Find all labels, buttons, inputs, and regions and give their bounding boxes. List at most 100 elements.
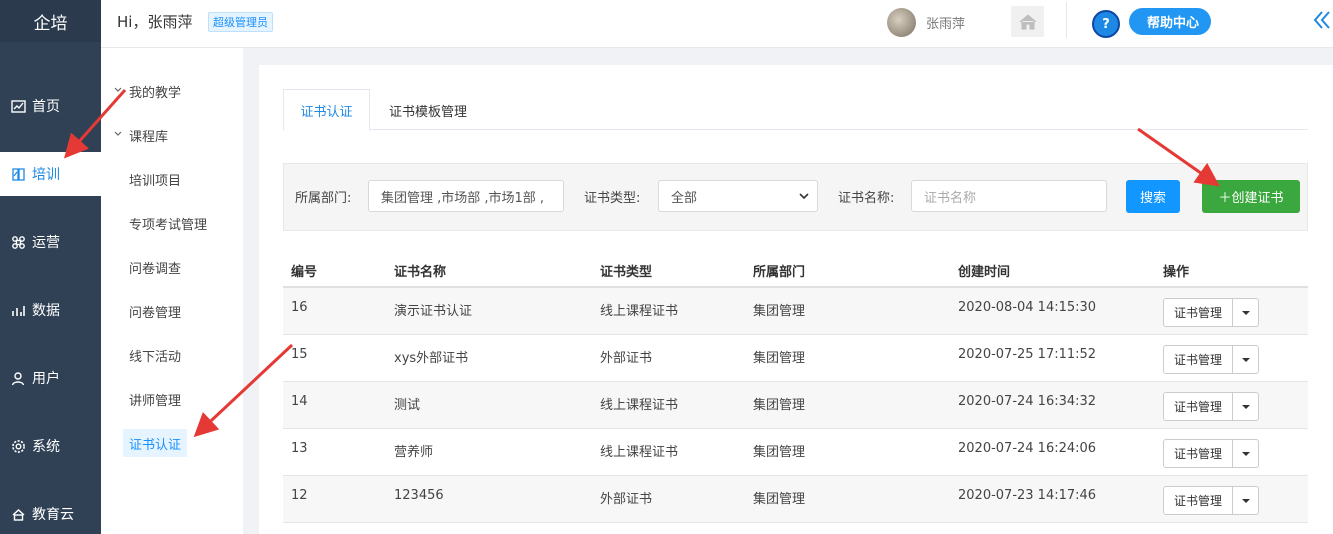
table-row: 15 xys外部证书 外部证书 集团管理 2020-07-25 17:11:52…	[283, 335, 1308, 382]
bars-icon	[10, 302, 26, 318]
nav-item-label: 首页	[32, 99, 60, 115]
col-header-actions: 操作	[1163, 265, 1190, 280]
certificate-manage-button[interactable]: 证书管理	[1164, 299, 1233, 326]
caret-down-icon	[1241, 357, 1250, 362]
header-divider	[1066, 2, 1067, 38]
col-header-type: 证书类型	[600, 265, 653, 280]
content-card: 证书认证 证书模板管理 所属部门: 集团管理 ,市场部 ,市场1部 , 证书类型…	[259, 65, 1333, 534]
col-header-dept: 所属部门	[753, 265, 806, 280]
subnav-item-offline-activity[interactable]: 线下活动	[101, 340, 243, 370]
cloud-icon	[10, 506, 26, 522]
search-button[interactable]: 搜索	[1126, 180, 1180, 213]
chart-icon	[10, 98, 26, 114]
cell-created: 2020-08-04 14:15:30	[958, 300, 1097, 315]
cell-created: 2020-07-23 14:17:46	[958, 488, 1097, 503]
chevron-down-icon	[799, 193, 809, 200]
cell-type: 线上课程证书	[600, 398, 679, 413]
user-name[interactable]: 张雨萍	[926, 13, 965, 32]
cell-id: 16	[291, 300, 308, 315]
cell-created: 2020-07-24 16:24:06	[958, 441, 1097, 456]
nav-item-label: 系统	[32, 439, 60, 455]
cell-id: 13	[291, 441, 308, 456]
certificate-manage-button[interactable]: 证书管理	[1164, 440, 1233, 467]
subnav-item-exam-management[interactable]: 专项考试管理	[101, 208, 243, 238]
action-dropdown-toggle[interactable]	[1233, 487, 1258, 514]
nav-item-operations[interactable]: 运营	[0, 220, 101, 264]
collapse-icon[interactable]	[1311, 9, 1333, 31]
cell-id: 15	[291, 347, 308, 362]
action-dropdown-toggle[interactable]	[1233, 299, 1258, 326]
nav-item-users[interactable]: 用户	[0, 356, 101, 400]
tab-certificate-template[interactable]: 证书模板管理	[373, 89, 483, 131]
certificate-manage-button[interactable]: 证书管理	[1164, 487, 1233, 514]
cell-created: 2020-07-25 17:11:52	[958, 347, 1097, 362]
gear-icon	[10, 438, 26, 454]
subnav-item-certificate[interactable]: 证书认证	[123, 429, 188, 457]
create-certificate-button[interactable]: ＋创建证书	[1202, 180, 1300, 213]
cell-name: 营养师	[394, 445, 434, 460]
home-button[interactable]	[1011, 6, 1044, 37]
subnav-item-survey[interactable]: 问卷调查	[101, 252, 243, 282]
subnav-item-questionnaire[interactable]: 问卷管理	[101, 296, 243, 326]
caret-down-icon	[1241, 310, 1250, 315]
col-header-created: 创建时间	[958, 265, 1011, 280]
nav-item-label: 培训	[32, 167, 60, 183]
sub-sidebar: 我的教学 课程库 培训项目 专项考试管理 问卷调查 问卷管理 线下活动 讲师管理…	[101, 48, 243, 534]
command-icon	[10, 234, 26, 250]
nav-item-system[interactable]: 系统	[0, 424, 101, 468]
action-dropdown-toggle[interactable]	[1233, 346, 1258, 373]
subnav-group-label: 我的教学	[129, 85, 182, 101]
nav-item-label: 运营	[32, 235, 60, 251]
greeting-text: Hi，张雨萍	[117, 13, 193, 31]
nav-item-training[interactable]: 培训	[0, 152, 101, 196]
book-icon	[10, 166, 26, 182]
cell-type: 外部证书	[600, 492, 653, 507]
table-header: 编号 证书名称 证书类型 所属部门 创建时间 操作	[283, 251, 1308, 288]
table-row: 13 营养师 线上课程证书 集团管理 2020-07-24 16:24:06 证…	[283, 429, 1308, 476]
name-label: 证书名称:	[838, 191, 895, 206]
col-header-name: 证书名称	[394, 265, 447, 280]
nav-item-data[interactable]: 数据	[0, 288, 101, 332]
cell-dept: 集团管理	[753, 351, 806, 366]
cell-dept: 集团管理	[753, 398, 806, 413]
cell-id: 14	[291, 394, 308, 409]
table-row: 14 测试 线上课程证书 集团管理 2020-07-24 16:34:32 证书…	[283, 382, 1308, 429]
cell-name: 测试	[394, 398, 421, 413]
type-select-value: 全部	[671, 190, 698, 206]
tab-certificate-auth[interactable]: 证书认证	[283, 89, 370, 131]
type-select[interactable]: 全部	[658, 180, 818, 212]
subnav-group-my-teaching[interactable]: 我的教学	[101, 76, 243, 106]
caret-down-icon	[1241, 498, 1250, 503]
main-sidebar: 企培 首页 培训 运营 数据 用户 系统 教育云	[0, 0, 101, 534]
cell-name: 演示证书认证	[394, 304, 473, 319]
avatar[interactable]	[887, 8, 916, 37]
role-badge: 超级管理员	[208, 12, 273, 32]
subnav-item-training-project[interactable]: 培训项目	[101, 164, 243, 194]
caret-down-icon	[1241, 404, 1250, 409]
help-question-icon[interactable]: ?	[1092, 10, 1120, 38]
subnav-item-lecturer[interactable]: 讲师管理	[101, 384, 243, 414]
name-input[interactable]: 证书名称	[911, 180, 1107, 212]
subnav-group-course-library[interactable]: 课程库	[101, 120, 243, 150]
nav-item-label: 数据	[32, 303, 60, 319]
table-row: 12 123456 外部证书 集团管理 2020-07-23 14:17:46 …	[283, 476, 1308, 523]
help-center-button[interactable]: 帮助中心	[1129, 8, 1212, 35]
nav-item-home[interactable]: 首页	[0, 84, 101, 128]
subnav-group-label: 课程库	[129, 129, 169, 145]
cell-type: 线上课程证书	[600, 445, 679, 460]
action-dropdown-toggle[interactable]	[1233, 440, 1258, 467]
cell-dept: 集团管理	[753, 445, 806, 460]
certificate-manage-button[interactable]: 证书管理	[1164, 346, 1233, 373]
row-action-group: 证书管理	[1163, 439, 1259, 468]
action-dropdown-toggle[interactable]	[1233, 393, 1258, 420]
cell-id: 12	[291, 488, 308, 503]
dept-select[interactable]: 集团管理 ,市场部 ,市场1部 ,	[368, 180, 564, 212]
type-label: 证书类型:	[584, 191, 641, 206]
table-row: 16 演示证书认证 线上课程证书 集团管理 2020-08-04 14:15:3…	[283, 288, 1308, 335]
nav-item-label: 用户	[32, 371, 60, 387]
certificate-manage-button[interactable]: 证书管理	[1164, 393, 1233, 420]
nav-item-edu-cloud[interactable]: 教育云	[0, 492, 101, 534]
chevron-down-icon	[114, 87, 122, 92]
tab-bar: 证书认证 证书模板管理	[283, 89, 1308, 131]
top-header: Hi，张雨萍 超级管理员 张雨萍 ? 帮助中心	[101, 0, 1333, 48]
